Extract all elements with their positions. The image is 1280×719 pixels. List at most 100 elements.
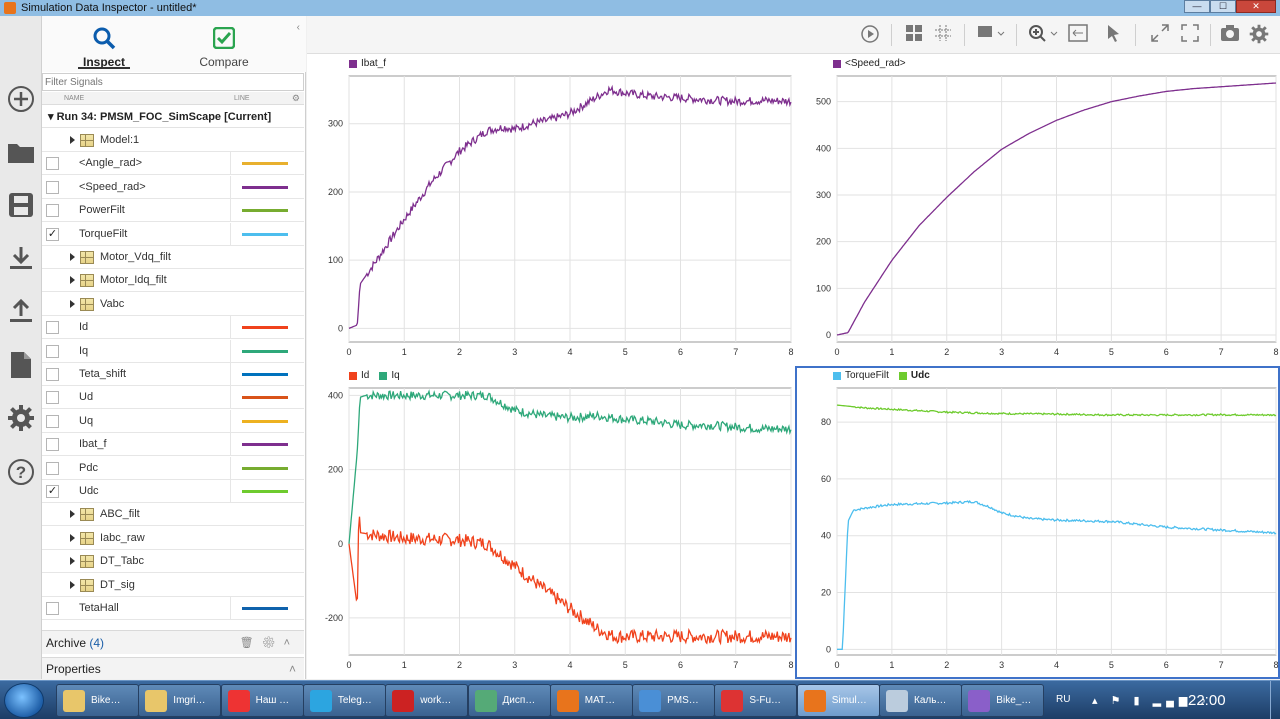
taskbar-button[interactable]: Каль… [879,684,962,717]
tab-inspect[interactable]: Inspect [64,24,144,72]
report-button[interactable] [6,350,36,380]
signal-checkbox[interactable] [46,414,59,428]
signal-row[interactable]: Teta_shift [42,363,304,386]
taskbar-button[interactable]: PMS… [632,684,716,717]
fit-icon[interactable] [1067,24,1089,46]
signal-row[interactable]: Id [42,316,304,340]
new-session-button[interactable] [6,84,36,114]
play-icon[interactable] [859,24,881,46]
chart-svg[interactable]: 0 1 2 3 4 5 6 7 8020406080 [795,366,1280,679]
chart-svg[interactable]: 0 1 2 3 4 5 6 7 8 0 100 200 300 [307,54,795,366]
minimize-button[interactable]: — [1184,0,1210,13]
open-button[interactable] [6,137,36,167]
maximize-button[interactable]: ☐ [1210,0,1236,13]
line-style-swatch[interactable] [242,607,288,610]
signal-row[interactable]: ✓ TorqueFilt [42,222,304,246]
taskbar-button[interactable]: Teleg… [302,684,386,717]
signal-checkbox[interactable] [46,157,59,171]
pointer-icon[interactable] [1102,24,1124,46]
line-style-swatch[interactable] [242,232,288,236]
layout-grid-icon[interactable] [903,24,925,46]
line-style-swatch[interactable] [242,373,288,376]
line-style-swatch[interactable] [242,443,288,447]
line-style-swatch[interactable] [242,162,288,166]
expand-triangle-icon[interactable] [70,580,75,589]
subplot-torque-udc[interactable]: TorqueFilt Udc 0 1 2 3 4 5 6 7 8 0 20 40 60 80 [795,366,1280,679]
zoom-icon[interactable] [1026,24,1060,46]
clock[interactable]: 22:00 [1188,692,1226,709]
taskbar-button[interactable]: work… [385,684,469,717]
data-cursor-icon[interactable] [974,24,1008,46]
line-style-swatch[interactable] [242,490,288,493]
taskbar-button[interactable]: Bike_… [961,684,1045,717]
close-button[interactable]: ✕ [1236,0,1276,13]
line-style-swatch[interactable] [242,466,288,470]
expand-triangle-icon[interactable] [70,533,75,542]
signal-checkbox[interactable] [46,180,59,194]
signal-row[interactable]: Ud [42,386,304,410]
signal-row[interactable]: Pdc [42,456,304,480]
signal-row[interactable]: PowerFilt [42,199,304,223]
signal-checkbox[interactable]: ✓ [46,227,59,241]
expand-triangle-icon[interactable] [70,253,75,261]
signal-checkbox[interactable] [46,204,59,218]
signal-group-row[interactable]: Motor_Vdq_filt [42,246,304,269]
language-indicator[interactable]: RU [1056,694,1070,705]
run-expand-icon[interactable]: ▾ [48,111,54,123]
fullscreen-icon[interactable] [1179,24,1201,46]
signal-group-row[interactable]: DT_Tabc [42,550,304,574]
signal-checkbox[interactable] [46,368,59,381]
line-style-swatch[interactable] [242,349,288,353]
taskbar-button[interactable]: S-Fu… [714,684,798,717]
signal-checkbox[interactable]: ✓ [46,485,59,498]
snapshot-icon[interactable] [1219,24,1241,46]
signal-group-row[interactable]: Motor_Idq_filt [42,269,304,293]
archive-section[interactable]: Archive (4) 🗑⚙˄ [42,630,304,654]
tab-compare[interactable]: Compare [184,24,264,72]
signal-group-row[interactable]: Vabc [42,293,304,316]
expand-triangle-icon[interactable] [70,136,75,144]
collapse-panel-icon[interactable]: ‹ [297,22,300,33]
line-style-swatch[interactable] [242,326,288,330]
signal-row[interactable]: Iq [42,339,304,363]
export-button[interactable] [6,296,36,326]
signal-row[interactable]: Uq [42,409,304,433]
line-style-swatch[interactable] [242,396,288,400]
expand-triangle-icon[interactable] [70,276,75,285]
signal-group-row[interactable]: DT_sig [42,574,304,597]
signal-group-row[interactable]: ABC_filt [42,503,304,527]
signal-row[interactable]: <Angle_rad> [42,152,304,176]
signal-checkbox[interactable] [46,391,59,405]
column-settings-icon[interactable]: ⚙ [292,93,300,104]
signal-checkbox[interactable] [46,602,59,615]
subplot-ibat[interactable]: Ibat_f 0 1 2 3 4 5 6 7 8 0 100 200 300 [307,54,795,366]
properties-section[interactable]: Properties ˄ [42,657,304,679]
help-button[interactable]: ? [6,457,36,487]
import-button[interactable] [6,243,36,273]
subplot-id-iq[interactable]: Id Iq 0 1 2 3 4 5 6 7 8 -200 0 200 400 [307,366,795,679]
subplot-grid-icon[interactable] [932,24,954,46]
save-button[interactable] [6,190,36,220]
line-style-swatch[interactable] [242,419,288,423]
taskbar-button[interactable]: Simul… [796,684,880,717]
line-style-swatch[interactable] [242,185,288,189]
chevron-up-icon[interactable]: ˄ [284,637,298,649]
signal-group-row[interactable]: Iabc_raw [42,527,304,550]
show-desktop-button[interactable] [1270,681,1280,719]
expand-triangle-icon[interactable] [70,557,75,566]
taskbar-button[interactable]: Imgri… [138,684,222,717]
expand-triangle-icon[interactable] [70,299,75,308]
chart-svg[interactable]: 0 1 2 3 4 5 6 7 8 0 100 200 300 400 500 [795,54,1280,366]
expand-triangle-icon[interactable] [70,510,75,519]
taskbar-button[interactable]: Наш … [220,684,304,717]
taskbar-button[interactable]: MAT… [549,684,633,717]
filter-signals-input[interactable] [42,73,304,91]
preferences-button[interactable] [6,403,36,433]
line-style-swatch[interactable] [242,209,288,213]
signal-row[interactable]: ✓ Udc [42,480,304,503]
archive-settings-icon[interactable]: ⚙ [262,637,284,649]
properties-chevron-up-icon[interactable]: ˄ [289,658,296,680]
signal-checkbox[interactable] [46,461,59,475]
taskbar-button[interactable]: Bike… [56,684,139,717]
signal-checkbox[interactable] [46,321,59,335]
